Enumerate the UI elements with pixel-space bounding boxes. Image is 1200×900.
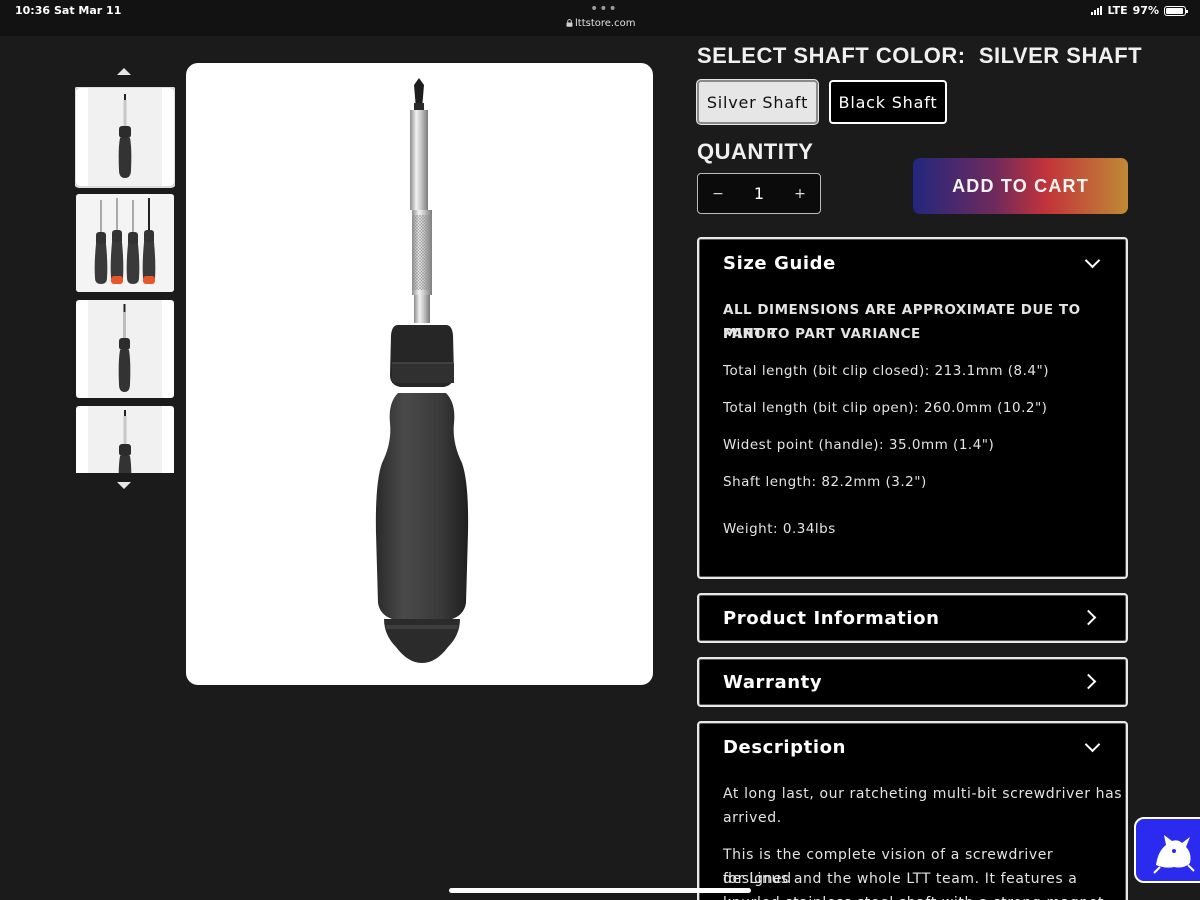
chat-widget-button[interactable] [1134, 817, 1200, 883]
description-panel: Description At long last, our ratcheting… [697, 721, 1128, 900]
black-shaft-option[interactable]: Black Shaft [829, 80, 947, 124]
main-product-image[interactable] [186, 63, 653, 685]
shaft-color-selected: SILVER SHAFT [978, 43, 1143, 68]
quantity-label: QUANTITY [697, 139, 814, 164]
product-information-header[interactable]: Product Information [723, 595, 940, 641]
description-header[interactable]: Description [723, 723, 846, 771]
description-text: At long last, our ratcheting multi-bit s… [723, 786, 1123, 802]
network-label: LTE [1107, 4, 1128, 17]
thumbnail-3[interactable] [76, 300, 174, 398]
description-text: arrived. [723, 810, 782, 826]
thumbnail-down-arrow-icon[interactable] [117, 482, 131, 489]
size-guide-row: Total length (bit clip open): 260.0mm (1… [723, 400, 1048, 416]
quantity-increment-button[interactable]: + [780, 186, 820, 202]
product-information-panel[interactable]: Product Information [697, 593, 1128, 643]
thumbnail-1[interactable] [75, 87, 175, 188]
size-guide-row: Shaft length: 82.2mm (3.2") [723, 474, 927, 490]
screwdriver-side-thumbnail-icon [88, 300, 162, 398]
shaft-color-heading: SELECT SHAFT COLOR: SILVER SHAFT [697, 43, 1142, 69]
size-guide-header[interactable]: Size Guide [723, 239, 836, 287]
quantity-decrement-button[interactable]: − [698, 186, 738, 202]
size-guide-row: Total length (bit clip closed): 213.1mm … [723, 363, 1049, 379]
size-guide-row: Weight: 0.34lbs [723, 521, 836, 537]
thumbnail-4[interactable] [76, 406, 174, 473]
silver-shaft-option[interactable]: Silver Shaft [697, 80, 818, 124]
add-to-cart-button[interactable]: ADD TO CART [913, 158, 1128, 214]
single-screwdriver-thumbnail-icon [88, 88, 162, 186]
status-bar: 10:36 Sat Mar 11 ••• lttstore.com LTE 97… [0, 0, 1200, 36]
size-guide-row: Widest point (handle): 35.0mm (1.4") [723, 437, 995, 453]
thumbnail-list [75, 87, 175, 473]
size-guide-note-2: PART TO PART VARIANCE [723, 326, 921, 342]
battery-icon [1164, 5, 1188, 16]
fox-mascot-icon [1153, 835, 1195, 874]
size-guide-panel: Size Guide ALL DIMENSIONS ARE APPROXIMAT… [697, 237, 1128, 579]
screwdriver-back-thumbnail-icon [88, 406, 162, 473]
quantity-input[interactable] [738, 184, 780, 203]
status-date: Sat Mar 11 [54, 4, 122, 17]
battery-percent: 97% [1132, 4, 1159, 17]
chevron-down-icon[interactable] [1084, 252, 1101, 269]
warranty-panel[interactable]: Warranty [697, 657, 1128, 707]
description-text: knurled stainless steel shaft with a str… [723, 891, 1104, 900]
status-time: 10:36 [15, 4, 51, 17]
thumbnail-2[interactable] [76, 194, 174, 292]
multitasking-dots-icon[interactable]: ••• [590, 1, 618, 17]
quantity-stepper: − + [697, 173, 821, 214]
lock-icon [566, 19, 573, 27]
thumbnail-up-arrow-icon[interactable] [117, 68, 131, 75]
description-text: for Linus and the whole LTT team. It fea… [723, 871, 1078, 887]
four-screwdrivers-thumbnail-icon [76, 194, 174, 292]
ratcheting-screwdriver-image-icon [375, 78, 469, 663]
url-text: lttstore.com [575, 18, 636, 29]
chevron-down-icon[interactable] [1084, 736, 1101, 753]
shaft-color-label: SELECT SHAFT COLOR: [697, 43, 966, 68]
chevron-right-icon[interactable] [1080, 609, 1097, 626]
signal-icon [1091, 6, 1103, 15]
warranty-header[interactable]: Warranty [723, 659, 822, 705]
home-indicator[interactable] [449, 888, 751, 893]
address-bar-url[interactable]: lttstore.com [566, 18, 635, 29]
status-right: LTE 97% [1091, 4, 1188, 17]
chevron-right-icon[interactable] [1080, 673, 1097, 690]
